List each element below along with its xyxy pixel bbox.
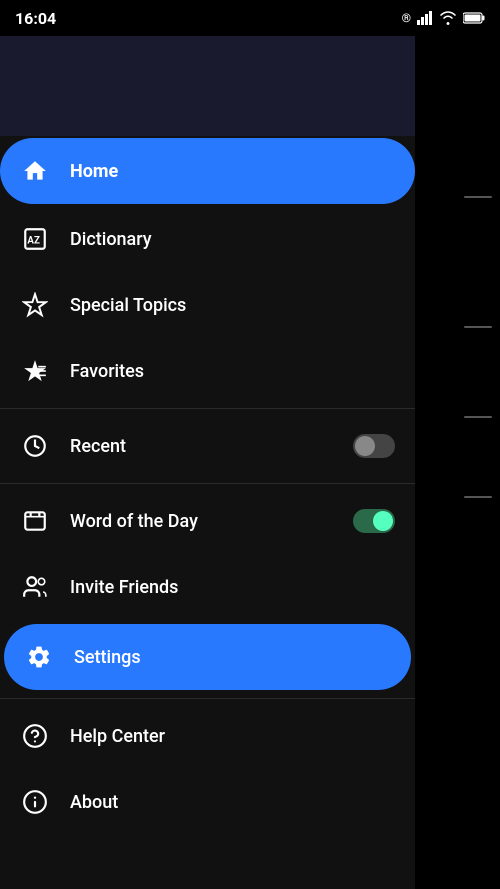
status-icons: ® <box>402 11 485 25</box>
recent-icon <box>20 431 50 461</box>
status-time: 16:04 <box>15 9 56 28</box>
scroll-indicator-3 <box>464 416 492 418</box>
recent-toggle[interactable] <box>353 434 395 458</box>
favorites-icon <box>20 356 50 386</box>
dictionary-icon: AZ <box>20 224 50 254</box>
home-icon <box>20 156 50 186</box>
special-topics-icon <box>20 290 50 320</box>
word-of-day-icon <box>20 506 50 536</box>
header-image <box>0 36 415 136</box>
divider-1 <box>0 408 415 409</box>
help-center-icon <box>20 721 50 751</box>
sidebar-item-special-topics-label: Special Topics <box>70 295 395 316</box>
sidebar-item-settings-label: Settings <box>74 647 391 668</box>
sidebar-item-recent-label: Recent <box>70 436 353 457</box>
word-of-day-toggle-knob <box>373 511 393 531</box>
sidebar-item-special-topics[interactable]: Special Topics <box>0 272 415 338</box>
word-of-day-toggle[interactable] <box>353 509 395 533</box>
battery-icon <box>463 12 485 24</box>
sidebar-item-about-label: About <box>70 792 395 813</box>
scroll-indicator-4 <box>464 496 492 498</box>
sidebar: Home AZ Dictionary Special Topics Favori… <box>0 36 415 889</box>
word-of-day-toggle-container <box>353 509 395 533</box>
sidebar-item-home-label: Home <box>70 161 395 182</box>
wifi-icon <box>439 11 457 25</box>
sidebar-item-about[interactable]: About <box>0 769 415 835</box>
sidebar-item-settings[interactable]: Settings <box>4 624 411 690</box>
divider-3 <box>0 698 415 699</box>
recent-toggle-container <box>353 434 395 458</box>
sidebar-item-word-of-day-label: Word of the Day <box>70 511 353 532</box>
sidebar-item-dictionary[interactable]: AZ Dictionary <box>0 206 415 272</box>
settings-icon <box>24 642 54 672</box>
sidebar-item-invite-friends-label: Invite Friends <box>70 577 395 598</box>
registered-icon: ® <box>402 11 411 25</box>
recent-toggle-knob <box>355 436 375 456</box>
sidebar-item-help-center-label: Help Center <box>70 726 395 747</box>
sidebar-item-favorites-label: Favorites <box>70 361 395 382</box>
status-bar: 16:04 ® <box>0 0 500 36</box>
sidebar-item-help-center[interactable]: Help Center <box>0 703 415 769</box>
sidebar-item-favorites[interactable]: Favorites <box>0 338 415 404</box>
right-panel <box>415 36 500 889</box>
sidebar-item-home[interactable]: Home <box>0 138 415 204</box>
signal-icon <box>417 11 433 25</box>
about-icon <box>20 787 50 817</box>
scroll-indicator-1 <box>464 196 492 198</box>
svg-text:AZ: AZ <box>27 235 40 246</box>
divider-2 <box>0 483 415 484</box>
scroll-indicator-2 <box>464 326 492 328</box>
sidebar-item-recent[interactable]: Recent <box>0 413 415 479</box>
sidebar-item-word-of-day[interactable]: Word of the Day <box>0 488 415 554</box>
sidebar-item-dictionary-label: Dictionary <box>70 229 395 250</box>
sidebar-item-invite-friends[interactable]: Invite Friends <box>0 554 415 620</box>
invite-friends-icon <box>20 572 50 602</box>
